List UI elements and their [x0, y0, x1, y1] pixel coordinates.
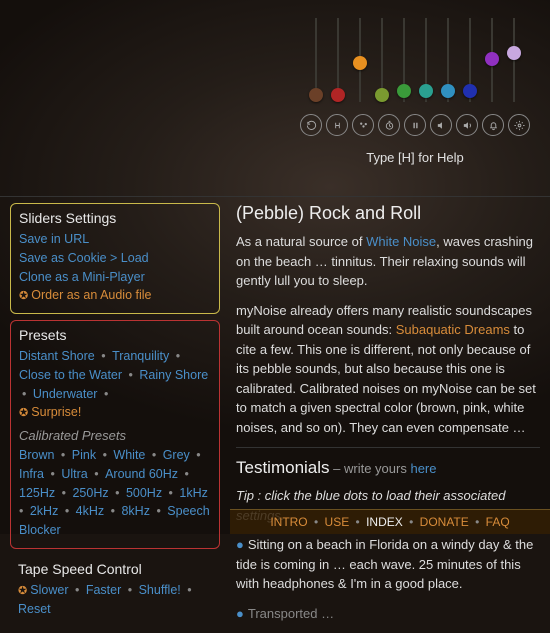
preset-list: Distant Shore • Tranquility • Close to t… [19, 347, 211, 403]
preset-link[interactable]: Shuffle! [139, 583, 181, 597]
player-controls [290, 114, 540, 136]
preset-link[interactable]: 8kHz [121, 504, 149, 518]
balance-icon[interactable] [326, 114, 348, 136]
preset-link[interactable]: 1kHz [179, 486, 207, 500]
bullet-icon[interactable]: ● [236, 606, 244, 621]
preset-link[interactable]: Around 60Hz [105, 467, 178, 481]
bullet-icon[interactable]: ● [236, 537, 244, 552]
preset-link[interactable]: 250Hz [72, 486, 108, 500]
eq-slider-2[interactable] [352, 18, 368, 102]
preset-link[interactable]: Faster [86, 583, 121, 597]
testimonial-item: ●Sitting on a beach in Florida on a wind… [236, 535, 540, 594]
star-icon: ✪ [19, 407, 31, 419]
panel-title: Sliders Settings [19, 210, 211, 226]
body-text: As a natural source of White Noise, wave… [236, 232, 540, 291]
page-title: (Pebble) Rock and Roll [236, 203, 540, 224]
clone-link[interactable]: Clone as a Mini-Player [19, 270, 145, 284]
pause-icon[interactable] [404, 114, 426, 136]
gear-icon[interactable] [508, 114, 530, 136]
help-hint: Type [H] for Help [290, 150, 540, 165]
footer-link-intro[interactable]: INTRO [270, 515, 307, 529]
tape-speed-panel: Tape Speed Control ✪ Slower • Faster • S… [10, 555, 220, 627]
calibrated-heading: Calibrated Presets [19, 428, 211, 443]
preset-link[interactable]: Close to the Water [19, 368, 122, 382]
eq-slider-1[interactable] [330, 18, 346, 102]
eq-slider-9[interactable] [506, 18, 522, 102]
star-icon: ✪ [18, 585, 30, 597]
preset-link[interactable]: Brown [19, 448, 54, 462]
eq-slider-5[interactable] [418, 18, 434, 102]
volume-down-icon[interactable] [430, 114, 452, 136]
animate-icon[interactable] [352, 114, 374, 136]
eq-slider-8[interactable] [484, 18, 500, 102]
timer-icon[interactable] [378, 114, 400, 136]
reset-icon[interactable] [300, 114, 322, 136]
write-here-link[interactable]: here [410, 461, 436, 476]
preset-link[interactable]: Ultra [61, 467, 87, 481]
footer-link-faq[interactable]: FAQ [486, 515, 510, 529]
testimonials-heading: Testimonials [236, 458, 330, 477]
panel-title: Tape Speed Control [18, 561, 212, 577]
presets-panel: Presets Distant Shore • Tranquility • Cl… [10, 320, 220, 549]
preset-link[interactable]: Reset [18, 602, 51, 616]
footer-nav: INTRO • USE • INDEX • DONATE • FAQ [230, 509, 550, 534]
footer-link-use[interactable]: USE [325, 515, 350, 529]
preset-link[interactable]: 125Hz [19, 486, 55, 500]
eq-slider-4[interactable] [396, 18, 412, 102]
eq-slider-7[interactable] [462, 18, 478, 102]
eq-slider-0[interactable] [308, 18, 324, 102]
save-url-link[interactable]: Save in URL [19, 232, 89, 246]
testimonials-sub: – write yours here [330, 461, 437, 476]
preset-link[interactable]: White [113, 448, 145, 462]
preset-link[interactable]: Rainy Shore [139, 368, 208, 382]
preset-link[interactable]: 500Hz [126, 486, 162, 500]
sliders-settings-panel: Sliders Settings Save in URL Save as Coo… [10, 203, 220, 314]
white-noise-link[interactable]: White Noise [366, 234, 436, 249]
order-audio-link[interactable]: Order as an Audio file [31, 288, 151, 302]
calibrated-list: Brown • Pink • White • Grey • Infra • Ul… [19, 446, 211, 540]
eq-slider-3[interactable] [374, 18, 390, 102]
body-text: myNoise already offers many realistic so… [236, 301, 540, 438]
footer-link-donate[interactable]: DONATE [420, 515, 469, 529]
panel-title: Presets [19, 327, 211, 343]
preset-link[interactable]: Underwater [33, 387, 98, 401]
bell-icon[interactable] [482, 114, 504, 136]
equalizer-sliders [290, 8, 540, 108]
surprise-link[interactable]: Surprise! [31, 405, 81, 419]
testimonial-item: ●Transported … [236, 604, 540, 624]
preset-link[interactable]: 4kHz [76, 504, 104, 518]
save-cookie-link[interactable]: Save as Cookie > Load [19, 251, 149, 265]
star-icon: ✪ [19, 290, 31, 302]
preset-link[interactable]: Distant Shore [19, 349, 95, 363]
preset-link[interactable]: 2kHz [30, 504, 58, 518]
volume-up-icon[interactable] [456, 114, 478, 136]
preset-link[interactable]: Infra [19, 467, 44, 481]
preset-link[interactable]: Slower [30, 583, 68, 597]
eq-slider-6[interactable] [440, 18, 456, 102]
footer-link-index[interactable]: INDEX [366, 515, 403, 529]
subaquatic-link[interactable]: Subaquatic Dreams [396, 322, 510, 337]
preset-link[interactable]: Grey [163, 448, 190, 462]
preset-link[interactable]: Tranquility [112, 349, 169, 363]
preset-link[interactable]: Pink [72, 448, 96, 462]
